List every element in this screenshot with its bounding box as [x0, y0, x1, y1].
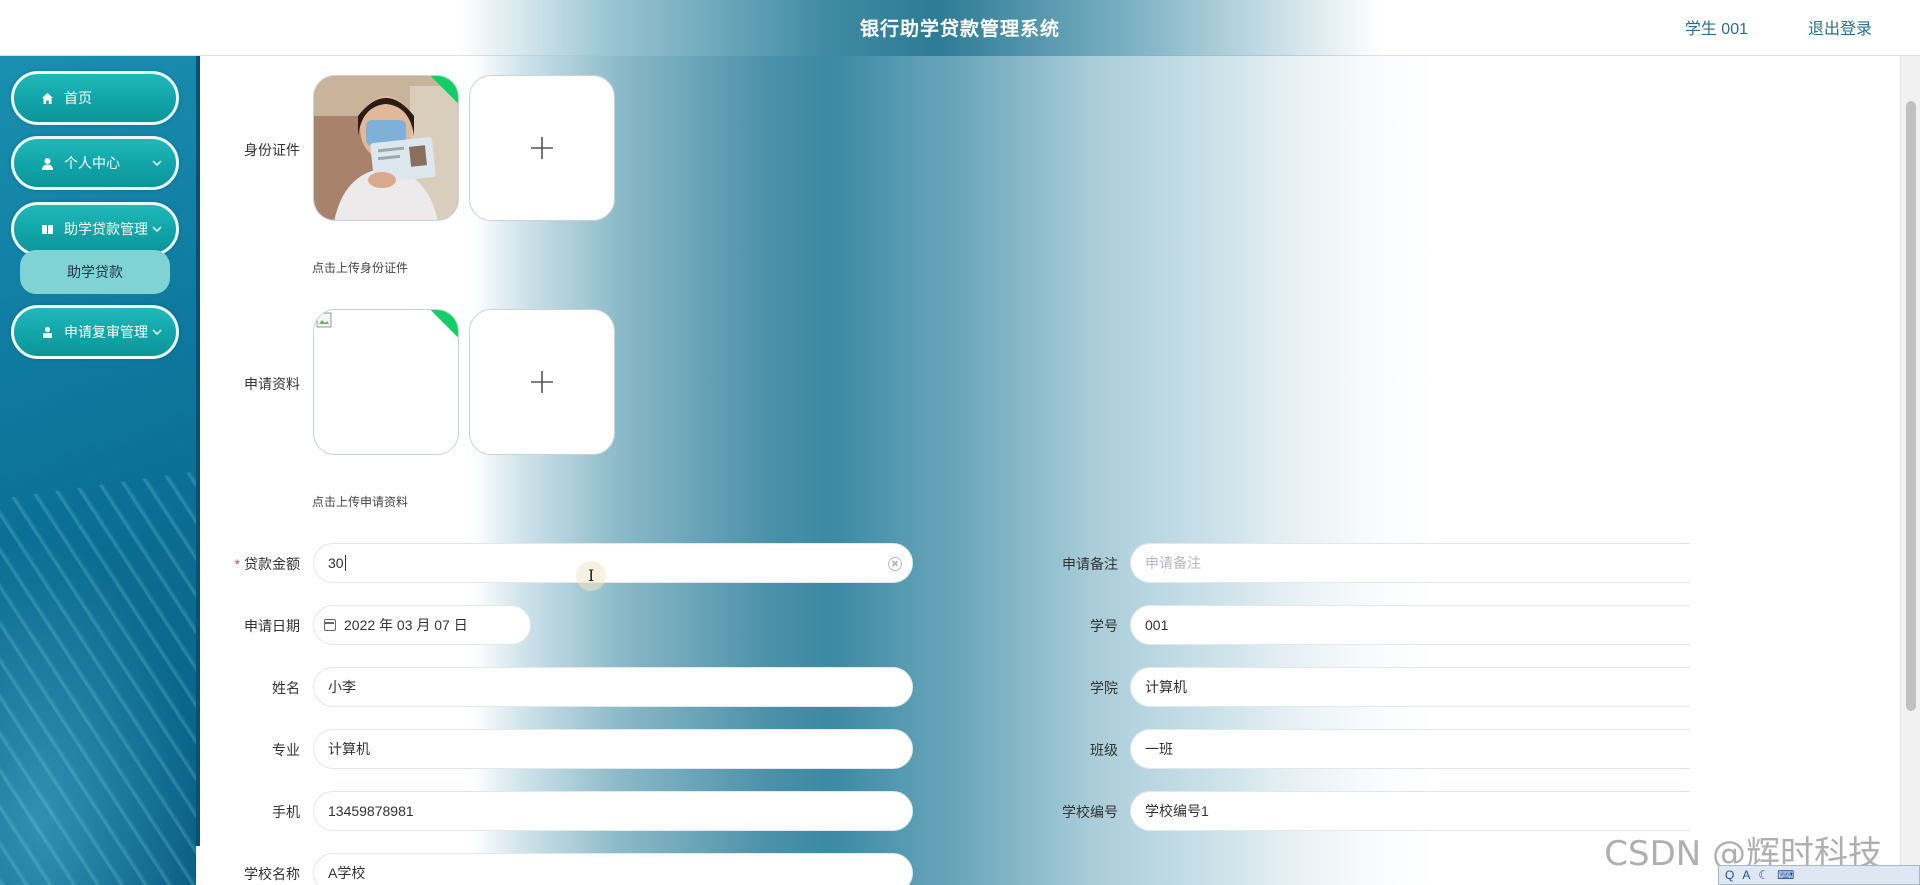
loan-amount-label-text: 贷款金额	[244, 556, 300, 572]
broken-image-icon	[316, 312, 332, 328]
ime-font-icon[interactable]: A	[1742, 868, 1750, 882]
materials-add-button[interactable]	[469, 309, 615, 455]
loan-amount-label: * 贷款金额	[200, 554, 300, 574]
college-input[interactable]: 计算机	[1130, 667, 1690, 707]
sidebar-item-loan-management[interactable]: 助学贷款管理	[11, 202, 179, 256]
plus-icon	[531, 371, 553, 393]
sidebar-item-home[interactable]: 首页	[11, 71, 179, 125]
text-caret	[344, 555, 346, 571]
check-icon	[451, 76, 458, 82]
plus-icon	[531, 137, 553, 159]
ime-search-icon[interactable]: Q	[1725, 868, 1734, 882]
apply-date-label: 申请日期	[244, 618, 300, 634]
scrollbar-thumb[interactable]	[1906, 101, 1916, 711]
calendar-icon	[324, 619, 336, 631]
sidebar-item-label: 个人中心	[64, 155, 120, 171]
id-photo-image	[314, 76, 458, 220]
sidebar-item-label: 首页	[64, 90, 92, 106]
materials-thumbnail[interactable]	[313, 309, 459, 455]
apply-date-value: 2022 年 03 月 07 日	[344, 617, 468, 633]
school-name-label: 学校名称	[244, 866, 300, 882]
materials-upload-tip: 点击上传申请资料	[312, 495, 409, 509]
upload-success-badge	[429, 310, 458, 340]
class-label: 班级	[1090, 742, 1118, 758]
sidebar-item-profile[interactable]: 个人中心	[11, 136, 179, 190]
college-label: 学院	[1090, 680, 1118, 696]
current-user: 学生 001	[1684, 21, 1748, 38]
id-card-upload-tip: 点击上传身份证件	[312, 261, 409, 275]
chevron-down-icon	[152, 226, 162, 233]
ime-toolbar[interactable]: Q A ☾ ⌨	[1718, 865, 1920, 885]
person-icon	[40, 325, 54, 339]
school-code-input[interactable]: 学校编号1	[1130, 791, 1690, 831]
loan-amount-value: 30	[328, 555, 344, 571]
app-header: 银行助学贷款管理系统 学生 001 退出登录	[0, 0, 1920, 56]
phone-label: 手机	[272, 804, 300, 820]
apply-date-picker[interactable]: 2022 年 03 月 07 日	[313, 605, 531, 645]
chevron-down-icon	[152, 160, 162, 167]
user-icon	[40, 156, 54, 170]
sidebar-item-label: 申请复审管理	[64, 324, 148, 340]
name-input[interactable]: 小李	[313, 667, 913, 707]
chevron-down-icon	[152, 329, 162, 336]
sidebar-item-label: 助学贷款管理	[64, 221, 148, 237]
loan-amount-input[interactable]: 30	[313, 543, 913, 583]
phone-input[interactable]: 13459878981	[313, 791, 913, 831]
ime-keyboard-icon[interactable]: ⌨	[1777, 868, 1794, 882]
name-label: 姓名	[272, 680, 300, 696]
clear-icon[interactable]	[888, 557, 902, 571]
main-content: 身份证件 点击上传身份证件 申请资料 点击上传申请资料 * 贷款金额 30 申请…	[200, 56, 1900, 885]
remark-input[interactable]: 申请备注	[1130, 543, 1690, 583]
school-name-input[interactable]: A学校	[313, 853, 913, 885]
sidebar-item-review-management[interactable]: 申请复审管理	[11, 305, 179, 359]
book-icon	[40, 222, 54, 236]
app-title: 银行助学贷款管理系统	[859, 19, 1060, 40]
materials-label: 申请资料	[244, 376, 300, 392]
check-icon	[451, 310, 458, 316]
logout-link[interactable]: 退出登录	[1808, 15, 1872, 39]
ime-moon-icon[interactable]: ☾	[1758, 868, 1769, 882]
student-no-label: 学号	[1090, 618, 1118, 634]
major-label: 专业	[272, 742, 300, 758]
home-icon	[40, 91, 54, 105]
student-no-input[interactable]: 001	[1130, 605, 1690, 645]
id-card-label: 身份证件	[244, 142, 300, 158]
school-code-label: 学校编号	[1062, 804, 1118, 820]
major-input[interactable]: 计算机	[313, 729, 913, 769]
class-input[interactable]: 一班	[1130, 729, 1690, 769]
text-cursor-icon: I	[588, 566, 595, 585]
sidebar-subitem-student-loan[interactable]: 助学贷款	[20, 250, 170, 294]
required-marker: *	[234, 556, 240, 572]
id-card-add-button[interactable]	[469, 75, 615, 221]
page-scrollbar[interactable]	[1900, 56, 1920, 885]
id-card-thumbnail[interactable]	[313, 75, 459, 221]
remark-label: 申请备注	[1062, 556, 1118, 572]
